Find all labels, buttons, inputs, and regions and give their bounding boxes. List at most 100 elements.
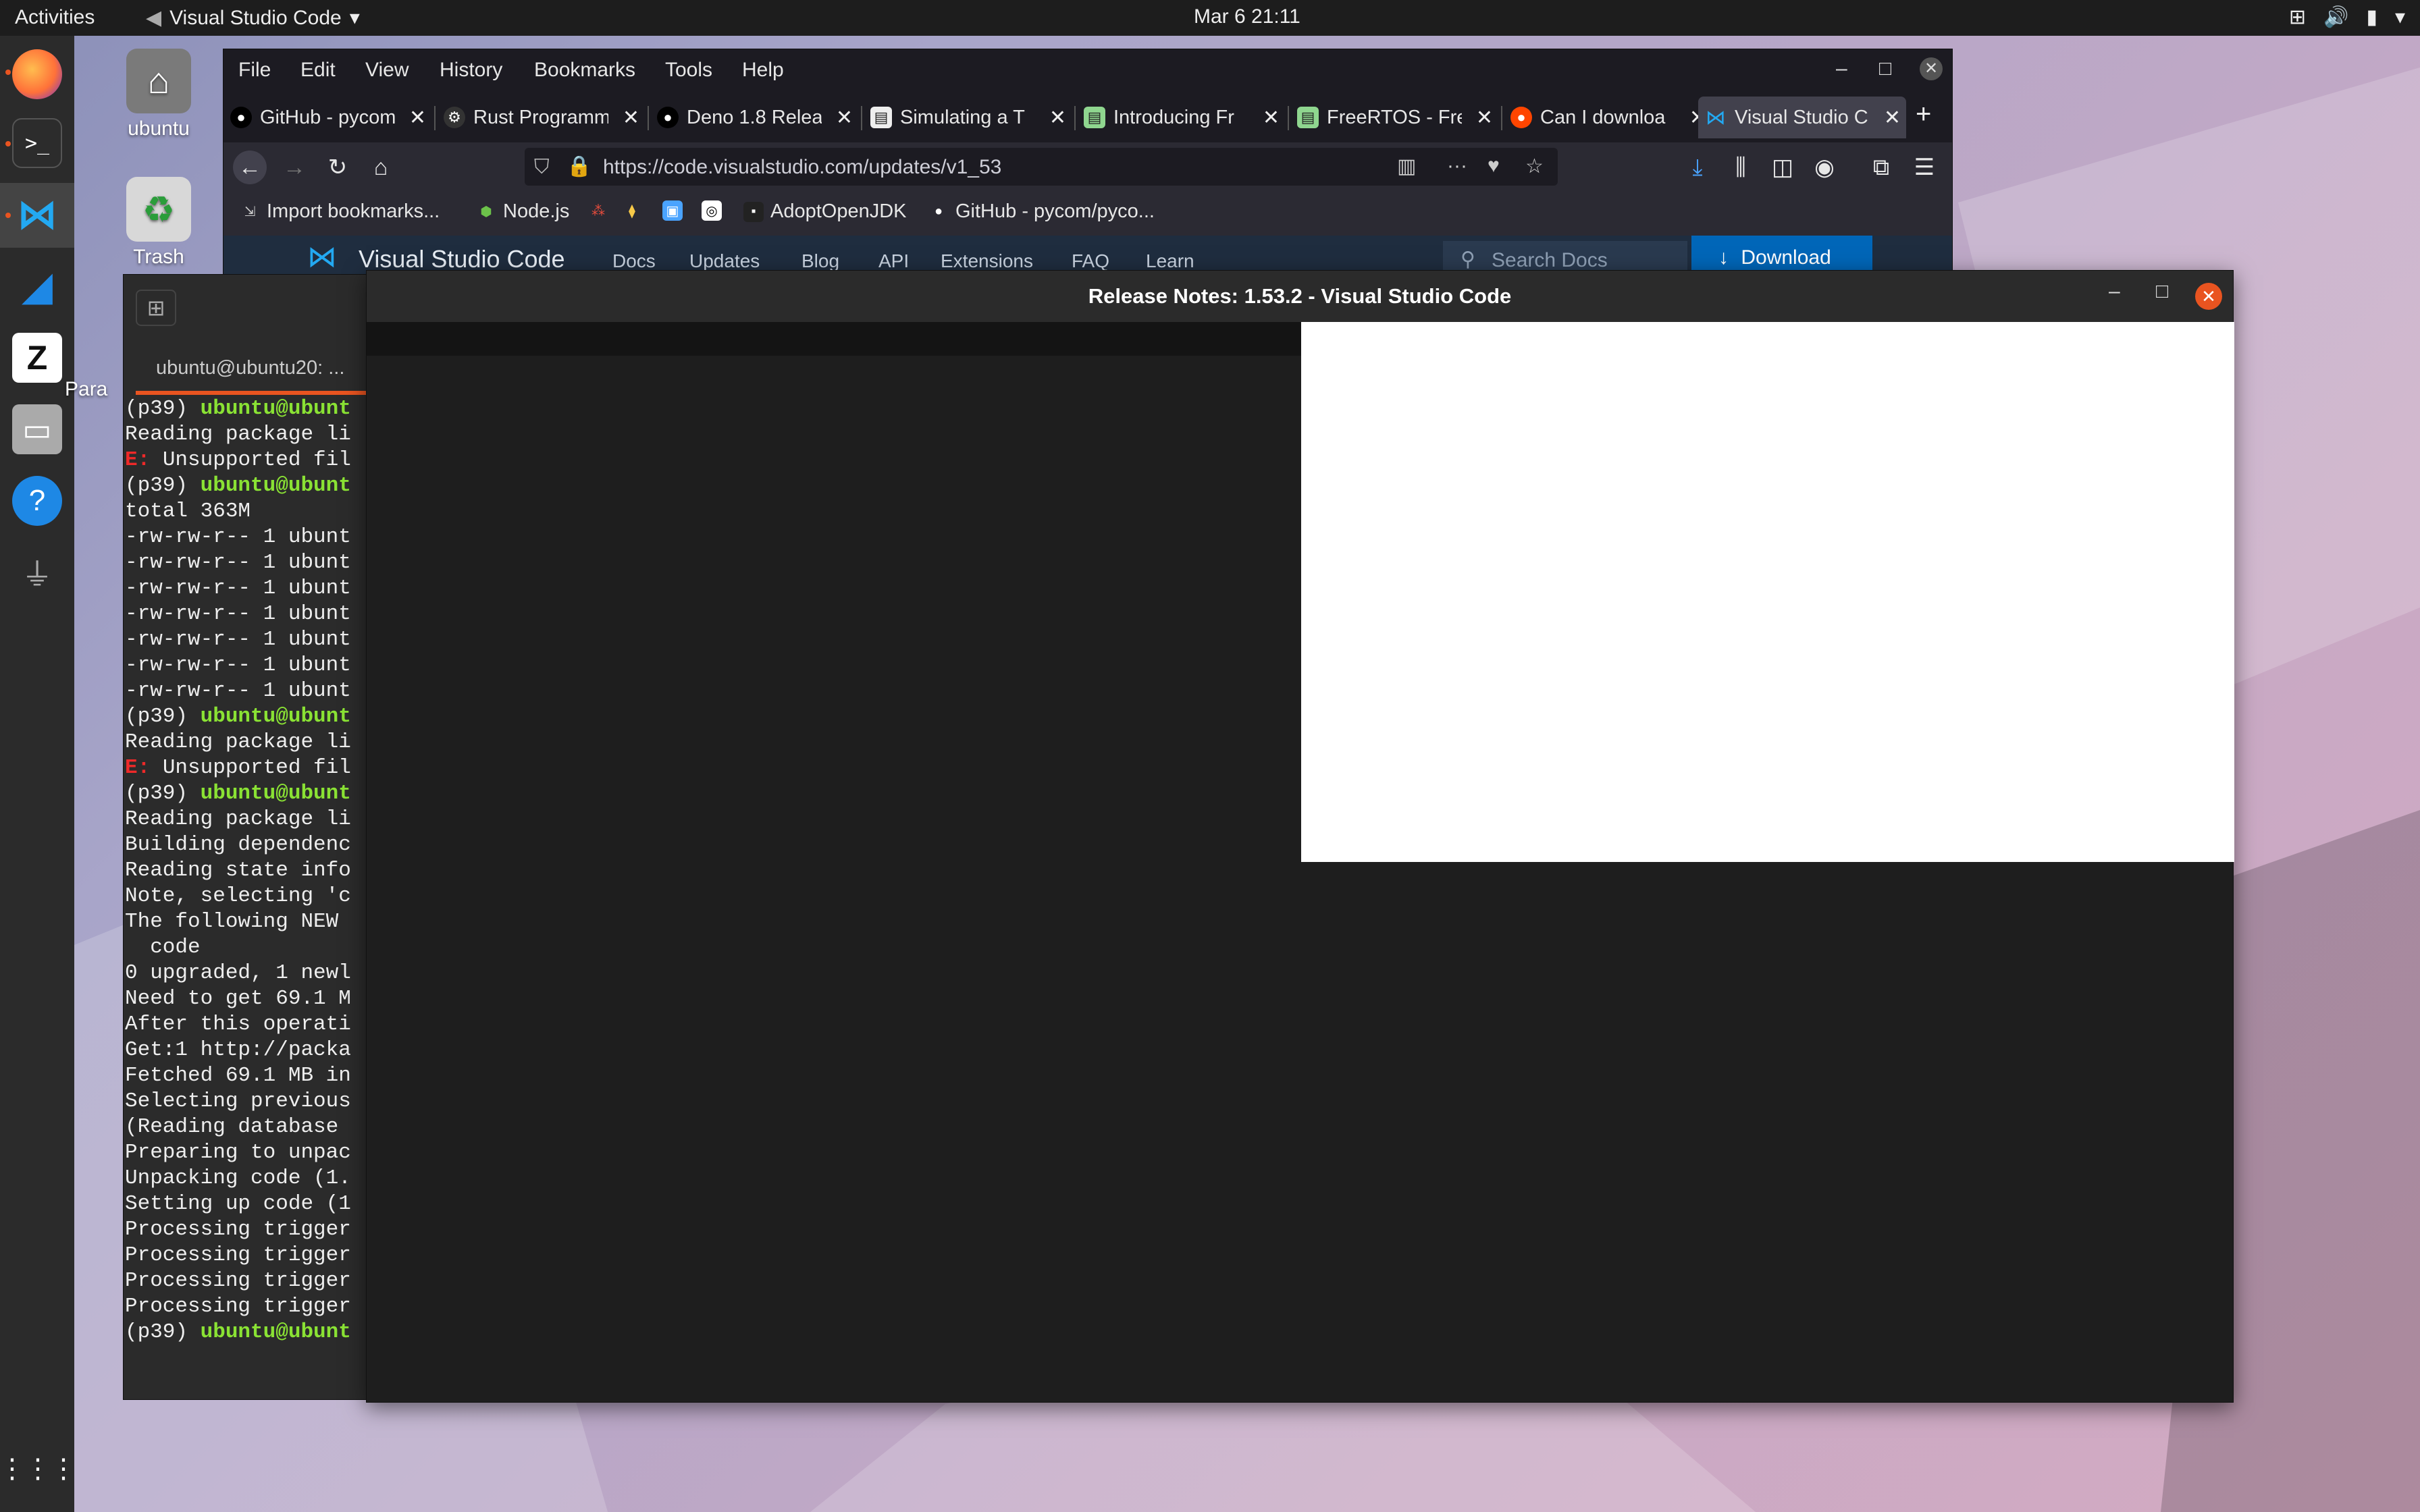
show-apps-icon[interactable]: ⋮⋮⋮	[0, 1444, 77, 1494]
reload-button[interactable]: ↻	[321, 151, 354, 184]
menu-tools[interactable]: Tools	[665, 59, 712, 82]
terminal-text: Processing trigger	[125, 1243, 351, 1267]
release-notes-toolbar-strip	[367, 322, 1301, 356]
library-icon[interactable]: ⫼	[1724, 151, 1758, 184]
terminal-line: Reading package li	[125, 807, 379, 832]
tab-deno-release[interactable]: ● Deno 1.8 Relea ✕	[650, 97, 858, 138]
shield-icon[interactable]: ⛉	[534, 156, 550, 179]
tab-introducing[interactable]: ▤ Introducing Fr ✕	[1077, 97, 1285, 138]
bookmark-cluster[interactable]: ⁂	[588, 200, 608, 221]
terminal-output[interactable]: (p39) ubuntu@ubunt Reading package li E: U…	[124, 396, 379, 1399]
menu-bookmarks[interactable]: Bookmarks	[534, 59, 635, 82]
terminal-text: Reading package li	[125, 730, 351, 754]
bookmark-adoptopenjdk[interactable]: ▪ AdoptOpenJDK	[743, 200, 907, 223]
site-nav-learn[interactable]: Learn	[1146, 250, 1194, 272]
activities-button[interactable]: Activities	[15, 6, 95, 29]
url-bar[interactable]: ⛉ 🔒 https://code.visualstudio.com/update…	[525, 148, 1558, 186]
bookmark-import[interactable]: ⇲ Import bookmarks...	[240, 200, 440, 223]
close-icon[interactable]: ✕	[623, 106, 639, 130]
terminal-line: Building dependenc	[125, 832, 379, 858]
usb-icon[interactable]: ⏚	[12, 547, 62, 597]
vscode-icon[interactable]: ⋈	[12, 190, 62, 240]
more-actions-icon[interactable]: ···	[1447, 155, 1467, 178]
tab-freertos[interactable]: ▤ FreeRTOS - Fre ✕	[1290, 97, 1498, 138]
firefox-icon[interactable]	[12, 49, 62, 99]
menu-view[interactable]: View	[365, 59, 409, 82]
tab-rust-programming[interactable]: ⚙ Rust Programm ✕	[437, 97, 645, 138]
lock-icon[interactable]: 🔒	[567, 155, 591, 178]
site-brand[interactable]: Visual Studio Code	[359, 245, 565, 273]
terminal-text: Note, selecting 'c	[125, 884, 351, 908]
site-nav-api[interactable]: API	[878, 250, 909, 272]
terminal-text: -rw-rw-r-- 1 ubunt	[125, 679, 351, 703]
app-menu[interactable]: ◀ Visual Studio Code ▾	[146, 6, 360, 30]
close-icon[interactable]: ✕	[1263, 106, 1280, 130]
files-icon[interactable]: ▭	[12, 404, 62, 454]
hamburger-menu-icon[interactable]: ☰	[1908, 151, 1941, 184]
cluster-icon: ⁂	[591, 203, 605, 219]
battery-icon: ▮	[2366, 6, 2377, 28]
back-button[interactable]: ←	[233, 151, 267, 184]
terminal-icon[interactable]: >_	[12, 118, 62, 168]
reader-view-icon[interactable]: ▥	[1397, 155, 1416, 178]
help-icon[interactable]: ?	[12, 476, 62, 526]
extensions-icon[interactable]: ⧉	[1864, 151, 1898, 184]
tab-visual-studio-code[interactable]: ⋈ Visual Studio C ✕	[1698, 97, 1906, 138]
desktop-trash[interactable]: ♻ Trash	[108, 177, 209, 269]
sidebar-icon[interactable]: ◫	[1766, 151, 1799, 184]
downloads-icon[interactable]: ⤓	[1681, 151, 1714, 184]
site-nav-updates[interactable]: Updates	[689, 250, 760, 272]
site-nav-docs[interactable]: Docs	[612, 250, 656, 272]
close-icon[interactable]: ✕	[409, 106, 426, 130]
new-terminal-tab-button[interactable]: ⊞	[136, 290, 176, 326]
menu-help[interactable]: Help	[742, 59, 784, 82]
terminal-line: Setting up code (1	[125, 1191, 379, 1217]
account-icon[interactable]: ◉	[1808, 151, 1841, 184]
forward-button[interactable]: →	[278, 151, 311, 184]
menu-file[interactable]: File	[238, 59, 271, 82]
close-icon[interactable]: ✕	[1884, 106, 1901, 130]
maximize-icon[interactable]: □	[1879, 57, 1891, 80]
zotero-icon[interactable]: Z	[12, 333, 62, 383]
release-notes-content-panel[interactable]	[1301, 322, 2234, 862]
bookmark-item[interactable]: ◎	[702, 200, 722, 221]
shark-icon[interactable]: ◢	[12, 261, 62, 311]
close-icon[interactable]: ✕	[2195, 283, 2222, 310]
menu-edit[interactable]: Edit	[300, 59, 336, 82]
tab-separator	[861, 106, 862, 130]
release-notes-titlebar[interactable]: Release Notes: 1.53.2 - Visual Studio Co…	[367, 271, 2233, 322]
python-icon: ⧫	[629, 203, 635, 219]
site-nav-faq[interactable]: FAQ	[1072, 250, 1109, 272]
close-icon[interactable]: ✕	[836, 106, 853, 130]
tab-github-pycom[interactable]: ● GitHub - pycom ✕	[223, 97, 431, 138]
bookmark-item[interactable]: ▣	[662, 200, 683, 221]
site-nav-blog[interactable]: Blog	[801, 250, 839, 272]
close-icon[interactable]: ✕	[1476, 106, 1493, 130]
bookmark-github-pycom[interactable]: ● GitHub - pycom/pyco...	[928, 200, 1155, 223]
desktop-partial-item[interactable]: Para	[65, 378, 126, 401]
site-nav-extensions[interactable]: Extensions	[941, 250, 1033, 272]
terminal-text: -rw-rw-r-- 1 ubunt	[125, 525, 351, 549]
menu-history[interactable]: History	[440, 59, 502, 82]
minimize-icon[interactable]: –	[1836, 57, 1847, 80]
clock[interactable]: Mar 6 21:11	[1194, 5, 1300, 28]
tab-can-i-download[interactable]: ● Can I downloa ✕	[1504, 97, 1712, 138]
terminal-text: Reading state info	[125, 859, 351, 882]
maximize-icon[interactable]: □	[2156, 280, 2168, 303]
vscode-logo-icon[interactable]: ⋈	[307, 240, 337, 274]
tab-simulating[interactable]: ▤ Simulating a T ✕	[864, 97, 1072, 138]
pocket-icon[interactable]: ♥	[1488, 155, 1500, 178]
minimize-icon[interactable]: –	[2109, 280, 2120, 303]
bookmark-python[interactable]: ⧫	[622, 200, 642, 221]
terminal-tab[interactable]: ubuntu@ubuntu20: ...	[136, 348, 380, 391]
desktop-home-folder[interactable]: ⌂ ubuntu	[108, 49, 209, 140]
close-icon[interactable]: ✕	[1049, 106, 1066, 130]
system-tray[interactable]: ⊞ 🔊 ▮ ▾	[2289, 5, 2405, 29]
close-icon[interactable]: ✕	[1920, 57, 1943, 80]
bookmark-star-icon[interactable]: ☆	[1525, 155, 1544, 178]
terminal-header: ⊞ ubuntu@ubuntu20: ...	[124, 275, 380, 396]
new-tab-button[interactable]: +	[1916, 99, 1931, 130]
bookmark-nodejs[interactable]: ⬢ Node.js	[476, 200, 569, 223]
terminal-text: Preparing to unpac	[125, 1141, 351, 1164]
home-button[interactable]: ⌂	[364, 151, 398, 184]
